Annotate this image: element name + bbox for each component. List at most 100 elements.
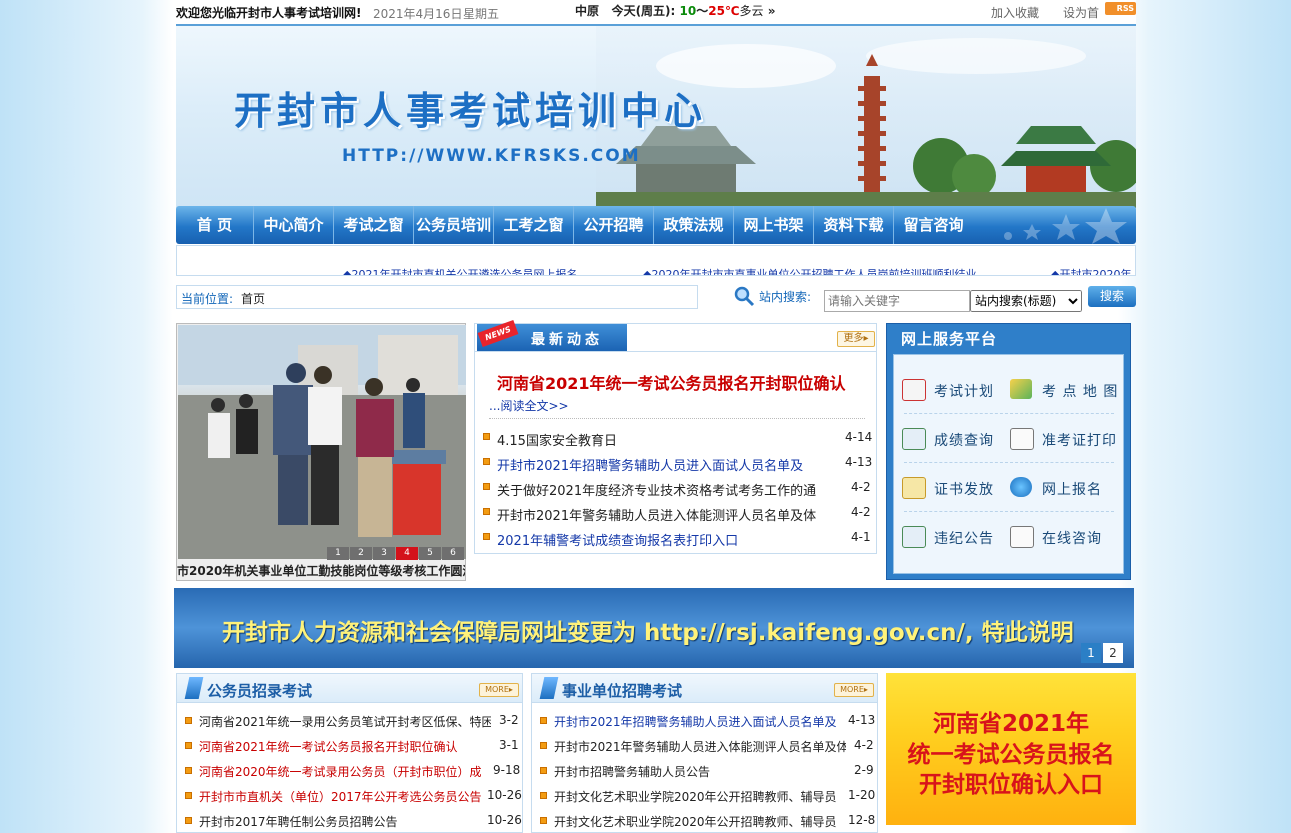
banner-page-2[interactable]: 2 bbox=[1103, 643, 1123, 663]
nav-item-downloads[interactable]: 资料下载 bbox=[814, 206, 894, 244]
list-item[interactable]: 开封市2021年招聘警务辅助人员进入面试人员名单及 4-13 bbox=[540, 713, 875, 733]
exam-confirmation-ad[interactable]: 河南省2021年 统一考试公务员报名 开封职位确认入口 bbox=[886, 673, 1136, 825]
ticker-item[interactable]: ◆开封市2020年 bbox=[1051, 266, 1131, 275]
news-item-title[interactable]: 关于做好2021年度经济专业技术资格考试考务工作的通 bbox=[497, 480, 837, 499]
weather-more-icon[interactable]: » bbox=[768, 4, 776, 18]
site-url: HTTP://WWW.KFRSKS.COM bbox=[342, 146, 641, 166]
service-exam-map[interactable]: 考 点 地 图 bbox=[1010, 375, 1120, 405]
search-scope-select[interactable]: 站内搜索(标题) bbox=[970, 290, 1082, 312]
slideshow-page-3[interactable]: 3 bbox=[373, 547, 395, 560]
list-item[interactable]: 河南省2020年统一考试录用公务员（开封市职位）成 9-18 bbox=[185, 763, 521, 783]
bullet-icon bbox=[483, 533, 490, 540]
list-item[interactable]: 4.15国家安全教育日 4-14 bbox=[483, 430, 873, 450]
star-decoration-icon bbox=[1004, 208, 1127, 244]
news-headline[interactable]: 河南省2021年统一考试公务员报名开封职位确认 bbox=[497, 370, 846, 394]
service-label: 违纪公告 bbox=[934, 531, 994, 547]
slideshow-caption[interactable]: 市2020年机关事业单位工勤技能岗位等级考核工作圆满 bbox=[177, 562, 465, 579]
list-item-title[interactable]: 开封文化艺术职业学院2020年公开招聘教师、辅导员 bbox=[554, 813, 846, 830]
search-label: 站内搜索: bbox=[759, 290, 812, 304]
list-item-title[interactable]: 河南省2021年统一录用公务员笔试开封考区低保、特困 bbox=[199, 713, 491, 730]
slideshow-photo[interactable] bbox=[178, 325, 466, 559]
slideshow-page-2[interactable]: 2 bbox=[350, 547, 372, 560]
slideshow-page-5[interactable]: 5 bbox=[419, 547, 441, 560]
rss-icon[interactable]: RSS bbox=[1105, 2, 1136, 15]
list-item-title[interactable]: 开封文化艺术职业学院2020年公开招聘教师、辅导员 bbox=[554, 788, 846, 805]
list-item-title[interactable]: 开封市市直机关（单位）2017年公开考选公务员公告 bbox=[199, 788, 491, 805]
nav-item-recruitment[interactable]: 公开招聘 bbox=[574, 206, 654, 244]
service-online-signup[interactable]: 网上报名 bbox=[1010, 473, 1120, 503]
list-item[interactable]: 河南省2021年统一考试公务员报名开封职位确认 3-1 bbox=[185, 738, 519, 758]
service-certificate[interactable]: 证书发放 bbox=[902, 473, 1012, 503]
list-item-title[interactable]: 开封市2017年聘任制公务员招聘公告 bbox=[199, 813, 491, 830]
list-item-title[interactable]: 河南省2021年统一考试公务员报名开封职位确认 bbox=[199, 738, 491, 755]
nav-item-bookshelf[interactable]: 网上书架 bbox=[734, 206, 814, 244]
add-favorite-link[interactable]: 加入收藏 bbox=[991, 4, 1039, 21]
list-item[interactable]: 开封市2017年聘任制公务员招聘公告 10-26 bbox=[185, 813, 522, 833]
breadcrumb-home-link[interactable]: 首页 bbox=[241, 290, 265, 307]
news-item-title[interactable]: 开封市2021年招聘警务辅助人员进入面试人员名单及 bbox=[497, 455, 837, 474]
banner-page-1[interactable]: 1 bbox=[1081, 643, 1101, 663]
service-discipline-notice[interactable]: 违纪公告 bbox=[902, 522, 1012, 552]
service-admission-print[interactable]: 准考证打印 bbox=[1010, 424, 1120, 454]
nav-item-home[interactable]: 首 页 bbox=[176, 206, 254, 244]
news-item-title[interactable]: 2021年辅警考试成绩查询报名表打印入口 bbox=[497, 530, 837, 549]
notice-banner[interactable]: 开封市人力资源和社会保障局网址变更为 http://rsj.kaifeng.go… bbox=[174, 588, 1134, 668]
top-bar: 欢迎您光临开封市人事考试培训网! 2021年4月16日 星期五 中原 今天(周五… bbox=[174, 0, 1136, 24]
nav-item-messages[interactable]: 留言咨询 bbox=[894, 206, 973, 244]
news-more-button[interactable]: 更多▸ bbox=[837, 331, 875, 347]
list-item-date: 1-20 bbox=[848, 788, 876, 802]
divider bbox=[904, 462, 1114, 463]
weather-widget[interactable]: 中原 今天(周五): 10～25℃多云 » bbox=[575, 2, 775, 19]
nav-item-policy[interactable]: 政策法规 bbox=[654, 206, 734, 244]
read-more-link[interactable]: ...阅读全文>> bbox=[489, 397, 569, 414]
list-item[interactable]: 开封文化艺术职业学院2020年公开招聘教师、辅导员 1-20 bbox=[540, 788, 876, 808]
more-button[interactable]: MORE▸ bbox=[479, 683, 519, 697]
list-item[interactable]: 开封市2021年警务辅助人员进入体能测评人员名单及体 4-2 bbox=[540, 738, 874, 758]
list-item[interactable]: 2021年辅警考试成绩查询报名表打印入口 4-1 bbox=[483, 530, 873, 550]
nav-item-exam-window[interactable]: 考试之窗 bbox=[334, 206, 414, 244]
service-exam-plan[interactable]: 考试计划 bbox=[902, 375, 1012, 405]
news-title: 最新动态 bbox=[531, 332, 603, 348]
slideshow-page-4[interactable]: 4 bbox=[396, 547, 418, 560]
nav-item-worker-exam[interactable]: 工考之窗 bbox=[494, 206, 574, 244]
ticker-item[interactable]: ◆2021年开封市直机关公开遴选公务员网上报名 bbox=[343, 266, 577, 275]
ticker-item[interactable]: ◆2020年开封市市直事业单位公开招聘工作人员岗前培训班顺利结业 bbox=[643, 266, 976, 275]
list-item[interactable]: 河南省2021年统一录用公务员笔试开封考区低保、特困 3-2 bbox=[185, 713, 519, 733]
news-item-title[interactable]: 开封市2021年警务辅助人员进入体能测评人员名单及体 bbox=[497, 505, 837, 524]
news-item-title[interactable]: 4.15国家安全教育日 bbox=[497, 430, 837, 449]
list-item[interactable]: 开封文化艺术职业学院2020年公开招聘教师、辅导员 12-8 bbox=[540, 813, 875, 833]
photo-slideshow[interactable]: 1 2 3 4 5 6 市2020年机关事业单位工勤技能岗位等级考核工作圆满 bbox=[176, 323, 466, 581]
list-item-title[interactable]: 河南省2020年统一考试录用公务员（开封市职位）成 bbox=[199, 763, 491, 780]
breadcrumb-label: 当前位置: bbox=[181, 292, 234, 306]
list-item-date: 2-9 bbox=[854, 763, 874, 777]
list-item-title[interactable]: 开封市招聘警务辅助人员公告 bbox=[554, 763, 846, 780]
nav-item-civil-training[interactable]: 公务员培训 bbox=[414, 206, 494, 244]
list-item[interactable]: 关于做好2021年度经济专业技术资格考试考务工作的通 4-2 bbox=[483, 480, 873, 500]
service-panel-title: 网上服务平台 bbox=[901, 330, 998, 348]
notice-icon bbox=[902, 526, 926, 548]
list-item[interactable]: 开封市市直机关（单位）2017年公开考选公务员公告 10-26 bbox=[185, 788, 522, 808]
bullet-icon bbox=[540, 767, 547, 774]
service-score-query[interactable]: 成绩查询 bbox=[902, 424, 1012, 454]
list-item-title[interactable]: 开封市2021年招聘警务辅助人员进入面试人员名单及 bbox=[554, 713, 846, 730]
list-item-date: 9-18 bbox=[493, 763, 521, 777]
weather-separator: ～ bbox=[696, 4, 709, 18]
service-online-consult[interactable]: 在线咨询 bbox=[1010, 522, 1120, 552]
divider bbox=[904, 413, 1114, 414]
slideshow-page-6[interactable]: 6 bbox=[442, 547, 464, 560]
nav-item-about[interactable]: 中心简介 bbox=[254, 206, 334, 244]
list-item[interactable]: 开封市2021年招聘警务辅助人员进入面试人员名单及 4-13 bbox=[483, 455, 873, 475]
weather-description: 多云 bbox=[739, 4, 764, 18]
list-item-title[interactable]: 开封市2021年警务辅助人员进入体能测评人员名单及体 bbox=[554, 738, 846, 755]
news-item-date: 4-2 bbox=[851, 480, 871, 494]
search-button[interactable]: 搜索 bbox=[1088, 286, 1136, 307]
breadcrumb: 当前位置: 首页 bbox=[176, 285, 698, 309]
bullet-icon bbox=[540, 742, 547, 749]
slideshow-page-1[interactable]: 1 bbox=[327, 547, 349, 560]
list-item[interactable]: 开封市招聘警务辅助人员公告 2-9 bbox=[540, 763, 874, 783]
set-homepage-link[interactable]: 设为首 bbox=[1063, 4, 1099, 21]
current-date: 2021年4月16日 bbox=[373, 7, 463, 21]
search-input[interactable] bbox=[824, 290, 970, 312]
list-item[interactable]: 开封市2021年警务辅助人员进入体能测评人员名单及体 4-2 bbox=[483, 505, 873, 525]
more-button[interactable]: MORE▸ bbox=[834, 683, 874, 697]
